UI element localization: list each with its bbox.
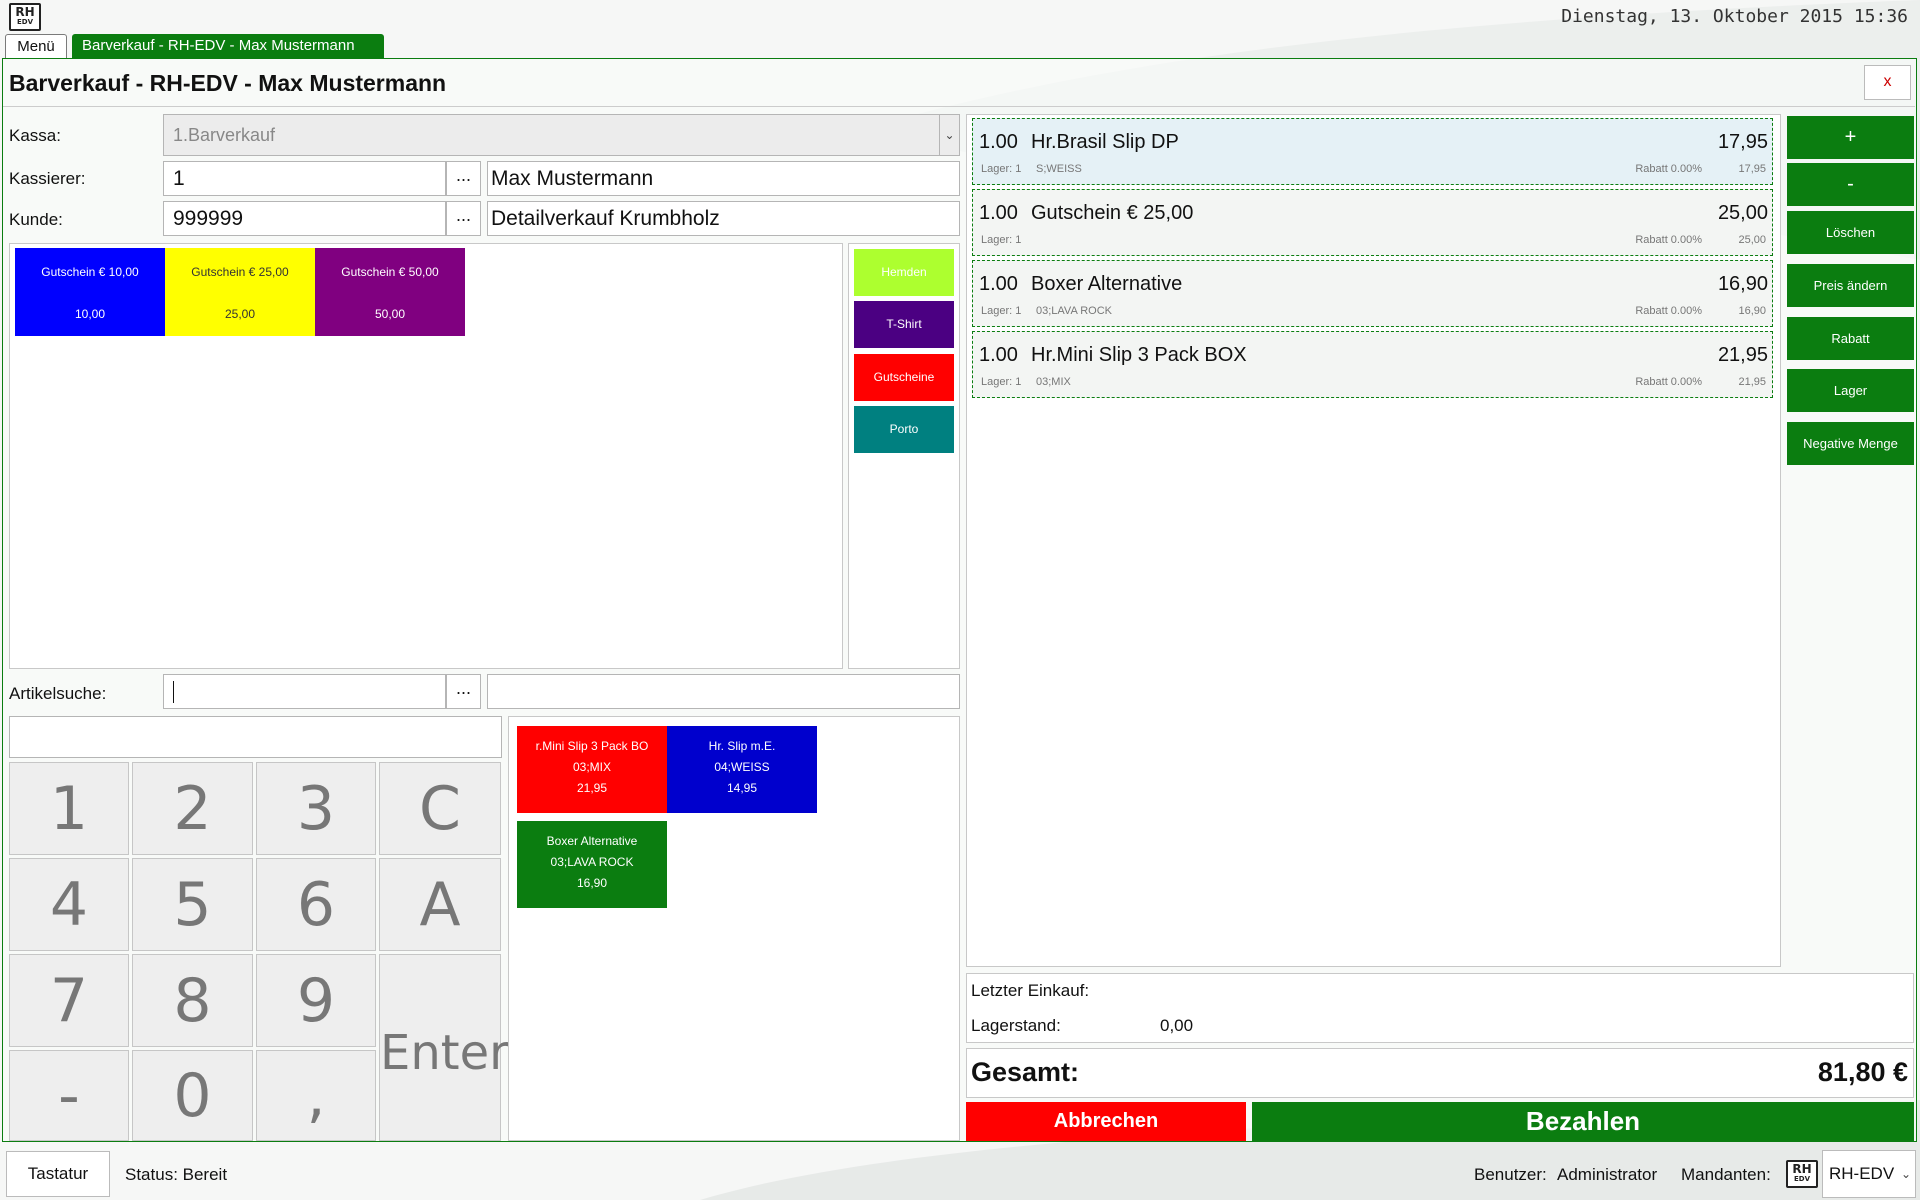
key-enter[interactable]: Enter (379, 954, 509, 1141)
article-button-slip-me[interactable]: Hr. Slip m.E. 04;WEISS 14,95 (667, 726, 817, 813)
chevron-down-icon: ⌄ (1900, 1167, 1911, 1181)
category-porto[interactable]: Porto (854, 406, 954, 453)
key-7[interactable]: 7 (9, 954, 129, 1047)
cart-item[interactable]: 1.00 Boxer Alternative 16,90 Lager: 1 03… (972, 260, 1773, 327)
tab-menu[interactable]: Menü (5, 34, 67, 59)
key-8[interactable]: 8 (132, 954, 253, 1047)
quick-button-gutschein-10[interactable]: Gutschein € 10,00 10,00 (15, 248, 165, 336)
key-9[interactable]: 9 (256, 954, 376, 1047)
kassierer-id-input[interactable]: 1 (163, 161, 446, 196)
total-label: Gesamt: (971, 1057, 1080, 1087)
article-button-boxer-alternative[interactable]: Boxer Alternative 03;LAVA ROCK 16,90 (517, 821, 667, 908)
kassa-value: 1.Barverkauf (173, 124, 276, 145)
letzter-einkauf-label: Letzter Einkauf: (971, 981, 1090, 1000)
key-3[interactable]: 3 (256, 762, 376, 855)
discount-button[interactable]: Rabatt (1787, 317, 1914, 360)
lagerstand-label: Lagerstand: (971, 1016, 1061, 1035)
keyboard-button[interactable]: Tastatur (6, 1151, 110, 1197)
delete-button[interactable]: Löschen (1787, 211, 1914, 254)
text-cursor (173, 680, 174, 703)
status-text: Status: Bereit (125, 1165, 228, 1184)
article-info-panel (966, 973, 1914, 1043)
decrease-quantity-button[interactable]: - (1787, 163, 1914, 206)
close-button[interactable]: x (1864, 65, 1911, 100)
key-0[interactable]: 0 (132, 1050, 253, 1141)
total-panel (966, 1048, 1914, 1098)
category-tshirt[interactable]: T-Shirt (854, 301, 954, 348)
window-title: Barverkauf - RH-EDV - Max Mustermann (9, 70, 447, 96)
key-5[interactable]: 5 (132, 858, 253, 951)
key-minus[interactable]: - (9, 1050, 129, 1141)
kassa-label: Kassa: (9, 126, 61, 145)
tab-barverkauf[interactable]: Barverkauf - RH-EDV - Max Mustermann (72, 34, 384, 59)
key-clear[interactable]: C (379, 762, 501, 855)
kassierer-name-field: Max Mustermann (487, 161, 960, 196)
stock-button[interactable]: Lager (1787, 369, 1914, 412)
category-hemden[interactable]: Hemden (854, 249, 954, 296)
key-a[interactable]: A (379, 858, 501, 951)
pay-button[interactable]: Bezahlen (1252, 1102, 1914, 1141)
kassa-select[interactable]: 1.Barverkauf (163, 114, 960, 156)
client-logo: RH EDV (1786, 1160, 1818, 1188)
cart-item[interactable]: 1.00 Hr.Mini Slip 3 Pack BOX 21,95 Lager… (972, 331, 1773, 398)
divider (3, 106, 1915, 107)
kunde-name-field: Detailverkauf Krumbholz (487, 201, 960, 236)
artikelsuche-label: Artikelsuche: (9, 684, 107, 703)
chevron-down-icon[interactable]: ⌄ (939, 115, 959, 155)
kunde-label: Kunde: (9, 210, 63, 229)
total-value: 81,80 € (1817, 1057, 1908, 1087)
cart-item[interactable]: 1.00 Hr.Brasil Slip DP 17,95 Lager: 1 S;… (972, 118, 1773, 185)
quick-button-gutschein-50[interactable]: Gutschein € 50,00 50,00 (315, 248, 465, 336)
cancel-button[interactable]: Abbrechen (966, 1102, 1246, 1141)
rh-edv-logo: RH EDV (9, 3, 41, 31)
key-1[interactable]: 1 (9, 762, 129, 855)
negative-quantity-button[interactable]: Negative Menge (1787, 422, 1914, 465)
key-4[interactable]: 4 (9, 858, 129, 951)
user-value: Administrator (1557, 1165, 1658, 1184)
kunde-id-input[interactable]: 999999 (163, 201, 446, 236)
kassierer-label: Kassierer: (9, 169, 86, 188)
datetime-display: Dienstag, 13. Oktober 2015 15:36 (1561, 6, 1908, 27)
user-label: Benutzer: (1474, 1165, 1547, 1184)
client-select[interactable]: RH-EDV ⌄ (1822, 1150, 1916, 1198)
cart-item[interactable]: 1.00 Gutschein € 25,00 25,00 Lager: 1 Ra… (972, 189, 1773, 256)
client-label: Mandanten: (1681, 1165, 1771, 1184)
increase-quantity-button[interactable]: + (1787, 116, 1914, 159)
category-gutscheine[interactable]: Gutscheine (854, 354, 954, 401)
quick-button-gutschein-25[interactable]: Gutschein € 25,00 25,00 (165, 248, 315, 336)
key-6[interactable]: 6 (256, 858, 376, 951)
artikelsuche-description-field (487, 674, 960, 709)
kunde-browse-button[interactable]: ... (446, 201, 481, 236)
article-button-mini-slip[interactable]: r.Mini Slip 3 Pack BO 03;MIX 21,95 (517, 726, 667, 813)
artikelsuche-input[interactable] (163, 674, 446, 709)
key-comma[interactable]: , (256, 1050, 376, 1141)
artikelsuche-browse-button[interactable]: ... (446, 674, 481, 709)
kassierer-browse-button[interactable]: ... (446, 161, 481, 196)
keypad-display (9, 716, 502, 758)
lagerstand-value: 0,00 (1160, 1016, 1194, 1035)
key-2[interactable]: 2 (132, 762, 253, 855)
change-price-button[interactable]: Preis ändern (1787, 264, 1914, 307)
